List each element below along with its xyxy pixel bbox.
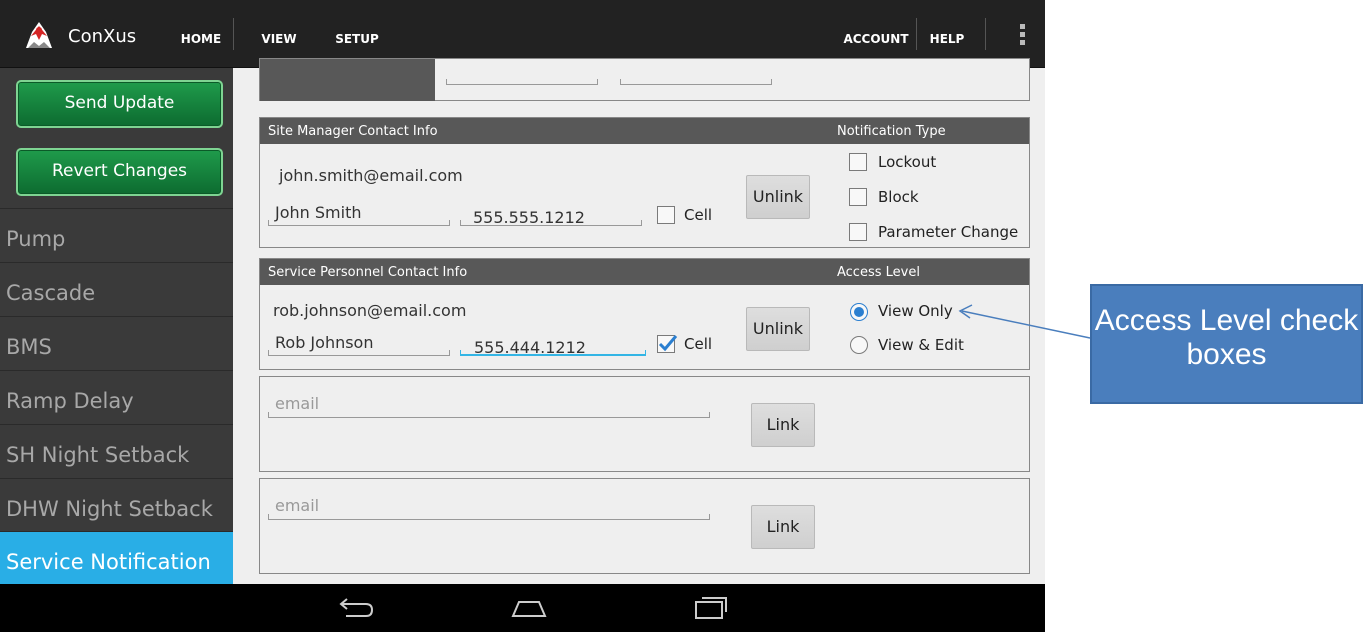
- sidebar-item-dhw-night-setback[interactable]: DHW Night Setback: [0, 478, 233, 531]
- name-underline: [268, 350, 450, 356]
- back-icon[interactable]: [336, 594, 376, 622]
- view-only-label: View Only: [878, 302, 953, 320]
- phone-underline: [460, 220, 642, 226]
- field-underline: [446, 79, 598, 85]
- block-label: Block: [878, 188, 919, 206]
- main-content: Site Manager Contact Info Notification T…: [233, 58, 1045, 584]
- site-manager-header: Site Manager Contact Info Notification T…: [260, 118, 1029, 144]
- sidebar-item-service-notification[interactable]: Service Notification: [0, 531, 233, 584]
- service-personnel-title: Service Personnel Contact Info: [268, 265, 468, 280]
- email-underline: [268, 514, 710, 520]
- cell-label: Cell: [684, 206, 713, 224]
- conxus-logo-icon: [26, 22, 52, 48]
- parameter-change-label: Parameter Change: [878, 223, 1019, 241]
- tablet-screen: ConXus HOME VIEW SETUP ACCOUNT HELP Send…: [0, 0, 1045, 632]
- phone-underline-focused: [460, 350, 646, 356]
- app-title: ConXus: [68, 26, 137, 47]
- cell-label: Cell: [684, 335, 713, 353]
- unlink-button[interactable]: Unlink: [746, 307, 810, 351]
- cell-checkbox[interactable]: [657, 335, 678, 353]
- link-button[interactable]: Link: [751, 505, 815, 549]
- overflow-menu-icon[interactable]: [1012, 24, 1032, 50]
- nav-home[interactable]: HOME: [170, 0, 232, 68]
- service-personnel-panel: Service Personnel Contact Info Access Le…: [259, 258, 1030, 370]
- view-only-radio[interactable]: [850, 303, 868, 321]
- sidebar-item-cascade[interactable]: Cascade: [0, 262, 233, 315]
- service-personnel-header: Service Personnel Contact Info Access Le…: [260, 259, 1029, 285]
- access-level-title: Access Level: [837, 265, 920, 280]
- view-and-edit-label: View & Edit: [878, 336, 964, 354]
- email-field[interactable]: john.smith@email.com: [279, 166, 463, 185]
- site-manager-panel: Site Manager Contact Info Notification T…: [259, 117, 1030, 248]
- lockout-label: Lockout: [878, 153, 937, 171]
- recent-apps-icon[interactable]: [690, 594, 730, 622]
- system-nav-bar: [0, 584, 1045, 632]
- sidebar: Send Update Revert Changes Pump Cascade …: [0, 68, 233, 584]
- field-underline: [620, 79, 772, 85]
- home-icon[interactable]: [509, 594, 549, 622]
- sidebar-item-bms[interactable]: BMS: [0, 316, 233, 369]
- panel-header-fragment: [260, 59, 435, 101]
- partial-contact-panel: [259, 58, 1030, 101]
- checkmark-icon: [658, 335, 678, 352]
- cell-checkbox[interactable]: [657, 206, 675, 224]
- view-and-edit-radio[interactable]: [850, 336, 868, 354]
- block-checkbox[interactable]: [849, 188, 867, 206]
- email-field[interactable]: rob.johnson@email.com: [273, 301, 466, 320]
- sidebar-item-sh-night-setback[interactable]: SH Night Setback: [0, 424, 233, 477]
- empty-contact-panel: email Link: [259, 376, 1030, 472]
- send-update-button[interactable]: Send Update: [16, 80, 223, 128]
- sidebar-item-pump[interactable]: Pump: [0, 208, 233, 261]
- nav-separator: [916, 18, 917, 50]
- name-underline: [268, 220, 450, 226]
- site-manager-title: Site Manager Contact Info: [268, 124, 438, 139]
- nav-separator: [233, 18, 234, 50]
- lockout-checkbox[interactable]: [849, 153, 867, 171]
- nav-separator: [985, 18, 986, 50]
- revert-changes-button[interactable]: Revert Changes: [16, 148, 223, 196]
- email-input[interactable]: email: [275, 394, 319, 413]
- annotation-callout: Access Level check boxes: [1090, 284, 1363, 404]
- sidebar-item-ramp-delay[interactable]: Ramp Delay: [0, 370, 233, 423]
- unlink-button[interactable]: Unlink: [746, 175, 810, 219]
- email-input[interactable]: email: [275, 496, 319, 515]
- link-button[interactable]: Link: [751, 403, 815, 447]
- empty-contact-panel: email Link: [259, 478, 1030, 574]
- email-underline: [268, 412, 710, 418]
- parameter-change-checkbox[interactable]: [849, 223, 867, 241]
- notification-type-title: Notification Type: [837, 124, 946, 139]
